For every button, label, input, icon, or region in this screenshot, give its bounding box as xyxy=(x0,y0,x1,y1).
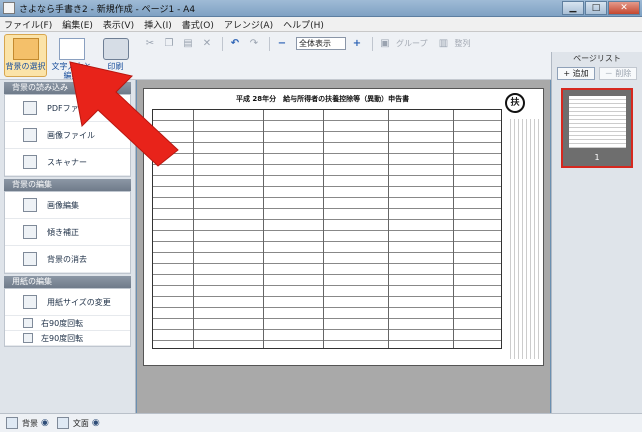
select-background-label: 背景の選択 xyxy=(5,62,46,71)
side-notes xyxy=(507,119,539,359)
window-title: さよなら手書き2 - 新規作成 - ページ1 - A4 xyxy=(19,5,196,15)
skew-icon xyxy=(23,225,37,239)
paper-size-label: 用紙サイズの変更 xyxy=(47,297,111,307)
form-table xyxy=(152,109,502,349)
resize-icon xyxy=(23,295,37,309)
edit-section: 画像編集 傾き補正 背景の消去 xyxy=(4,191,131,274)
menu-edit[interactable]: 編集(E) xyxy=(62,18,93,31)
erase-icon xyxy=(23,252,37,266)
document-stamp: 扶 xyxy=(505,93,525,113)
paper-section-header: 用紙の編集 xyxy=(4,276,131,288)
document-page[interactable]: 平成 28年分 給与所得者の扶養控除等（異動）申告書 扶 xyxy=(143,88,544,366)
window-controls: ▁ □ ✕ xyxy=(561,1,640,15)
cut-icon[interactable]: ✂ xyxy=(142,36,158,51)
text-eye-icon[interactable]: ◉ xyxy=(92,418,100,428)
delete-icon[interactable]: ✕ xyxy=(199,36,215,51)
zoom-select[interactable]: 全体表示 xyxy=(296,37,346,50)
group-label[interactable]: グループ xyxy=(396,38,428,49)
app-icon xyxy=(3,2,15,14)
background-eye-icon[interactable]: ◉ xyxy=(41,418,49,428)
erase-background-item[interactable]: 背景の消去 xyxy=(5,246,130,273)
minimize-button[interactable]: ▁ xyxy=(562,1,584,15)
text-layer-icon xyxy=(56,417,69,429)
zoom-out-icon[interactable]: − xyxy=(274,36,290,51)
page-list-title: ページリスト xyxy=(573,54,621,63)
rotate-left-icon xyxy=(23,333,33,343)
rotate-right-icon xyxy=(23,318,33,328)
page-thumbnail[interactable]: 1 xyxy=(561,88,633,168)
group-icon[interactable]: ▣ xyxy=(377,36,393,51)
menu-format[interactable]: 書式(O) xyxy=(182,18,214,31)
document-canvas[interactable]: 平成 28年分 給与所得者の扶養控除等（異動）申告書 扶 xyxy=(137,80,550,413)
paste-icon[interactable]: ▤ xyxy=(180,36,196,51)
menu-bar: ファイル(F) 編集(E) 表示(V) 挿入(I) 書式(O) アレンジ(A) … xyxy=(0,17,642,32)
align-icon[interactable]: ▥ xyxy=(436,36,452,51)
document-title: 平成 28年分 給与所得者の扶養控除等（異動）申告書 xyxy=(236,95,410,103)
undo-icon[interactable]: ↶ xyxy=(227,36,243,51)
edit-section-header: 背景の編集 xyxy=(4,179,131,191)
status-bar: 背景 ◉ 文面 ◉ xyxy=(0,413,642,432)
background-layer-label: 背景 xyxy=(22,418,38,428)
rotate-right-item[interactable]: 右90度回転 xyxy=(5,316,130,331)
align-label[interactable]: 整列 xyxy=(455,38,471,49)
paper-size-item[interactable]: 用紙サイズの変更 xyxy=(5,289,130,316)
menu-insert[interactable]: 挿入(I) xyxy=(144,18,172,31)
select-background-button[interactable]: 背景の選択 xyxy=(4,34,47,77)
image-edit-item[interactable]: 画像編集 xyxy=(5,192,130,219)
pencil-icon xyxy=(58,38,85,60)
add-page-button[interactable]: + 追加 xyxy=(557,67,595,80)
page-list-panel: ページリスト + 追加 － 削除 1 xyxy=(551,52,642,413)
pdf-icon xyxy=(23,101,37,115)
delete-page-button[interactable]: － 削除 xyxy=(599,67,637,80)
paper-section: 用紙サイズの変更 右90度回転 左90度回転 xyxy=(4,288,131,347)
erase-background-label: 背景の消去 xyxy=(47,254,87,264)
maximize-button[interactable]: □ xyxy=(585,1,607,15)
text-layer-label: 文面 xyxy=(72,418,89,428)
thumbnail-preview xyxy=(569,96,626,148)
close-button[interactable]: ✕ xyxy=(608,1,640,15)
zoom-in-icon[interactable]: + xyxy=(349,36,365,51)
rotate-right-label: 右90度回転 xyxy=(41,318,84,328)
crop-icon xyxy=(23,198,37,212)
image-edit-label: 画像編集 xyxy=(47,200,79,210)
rotate-left-item[interactable]: 左90度回転 xyxy=(5,331,130,346)
image-icon xyxy=(23,128,37,142)
thumbnail-number: 1 xyxy=(594,153,600,162)
menu-help[interactable]: ヘルプ(H) xyxy=(283,18,324,31)
red-arrow-icon xyxy=(69,61,179,167)
rotate-left-label: 左90度回転 xyxy=(41,333,84,343)
background-icon xyxy=(12,38,39,60)
skew-correct-label: 傾き補正 xyxy=(47,227,79,237)
title-bar: さよなら手書き2 - 新規作成 - ページ1 - A4 ▁ □ ✕ xyxy=(0,0,642,17)
menu-arrange[interactable]: アレンジ(A) xyxy=(224,18,273,31)
redo-icon[interactable]: ↷ xyxy=(246,36,262,51)
scanner-icon xyxy=(23,155,37,169)
skew-correct-item[interactable]: 傾き補正 xyxy=(5,219,130,246)
copy-icon[interactable]: ❐ xyxy=(161,36,177,51)
background-layer-icon xyxy=(6,417,18,429)
menu-file[interactable]: ファイル(F) xyxy=(4,18,52,31)
menu-view[interactable]: 表示(V) xyxy=(103,18,134,31)
edit-toolbar: ✂ ❐ ▤ ✕ ↶ ↷ − 全体表示 + ▣ グループ ▥ 整列 xyxy=(142,35,554,52)
printer-icon xyxy=(102,38,129,60)
